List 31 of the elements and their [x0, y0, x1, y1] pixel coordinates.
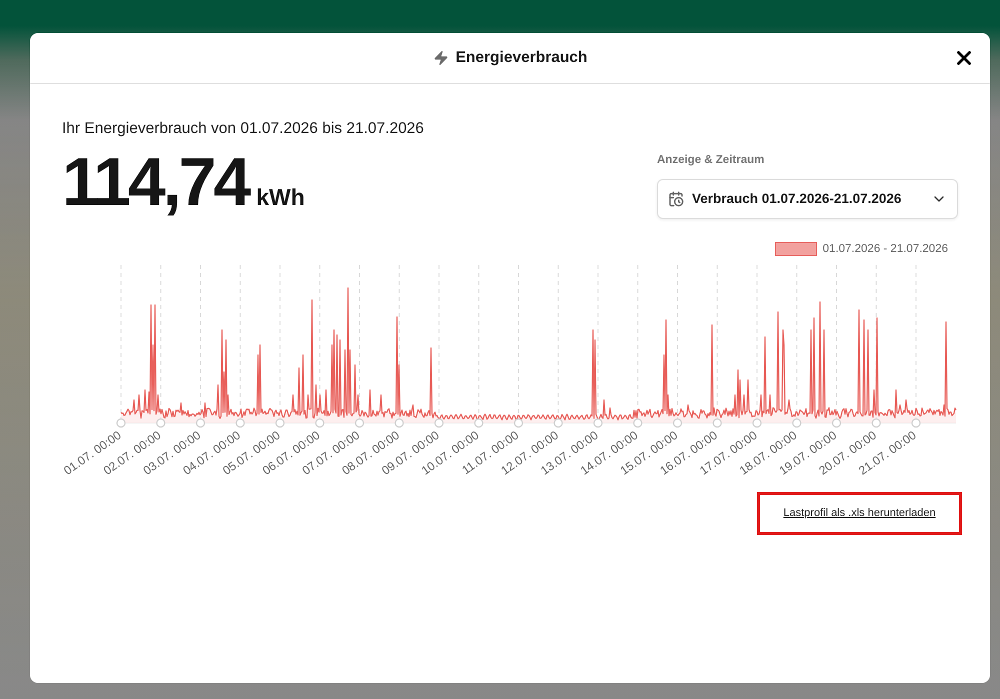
axis-marker-icon [911, 418, 921, 428]
axis-marker-icon [752, 418, 762, 428]
axis-marker-icon [792, 418, 802, 428]
dialog-title: Energieverbrauch [456, 48, 588, 68]
lightning-icon [432, 50, 449, 66]
legend-label: 01.07.2026 - 21.07.2026 [822, 242, 948, 256]
download-link[interactable]: Lastprofil als .xls herunterladen [783, 505, 936, 522]
axis-marker-icon [236, 418, 245, 428]
period-select-label: Anzeige & Zeitraum [657, 153, 766, 168]
axis-marker-icon [514, 418, 524, 428]
axis-marker-icon [354, 418, 364, 428]
consumption-caption: Ihr Energieverbrauch von 01.07.2026 bis 21.07.2026 [62, 119, 424, 139]
calendar-clock-icon [668, 191, 684, 207]
axis-marker-icon [672, 418, 682, 428]
axis-marker-icon [275, 418, 285, 428]
axis-marker-icon [434, 418, 444, 428]
axis-marker-icon [156, 418, 166, 428]
axis-marker-icon [116, 418, 126, 428]
axis-marker-icon [554, 418, 563, 428]
axis-marker-icon [474, 418, 484, 428]
axis-marker-icon [394, 418, 404, 428]
legend-swatch-icon [774, 242, 817, 256]
period-dropdown[interactable]: Verbrauch 01.07.2026-21.07.2026 [657, 179, 958, 219]
axis-marker-icon [872, 418, 881, 428]
axis-marker-icon [315, 418, 324, 428]
axis-marker-icon [832, 418, 842, 428]
axis-marker-icon [712, 418, 722, 428]
axis-marker-icon [633, 418, 642, 428]
axis-marker-icon [593, 418, 603, 428]
consumption-unit: kWh [256, 186, 305, 209]
axis-marker-icon [196, 418, 206, 428]
